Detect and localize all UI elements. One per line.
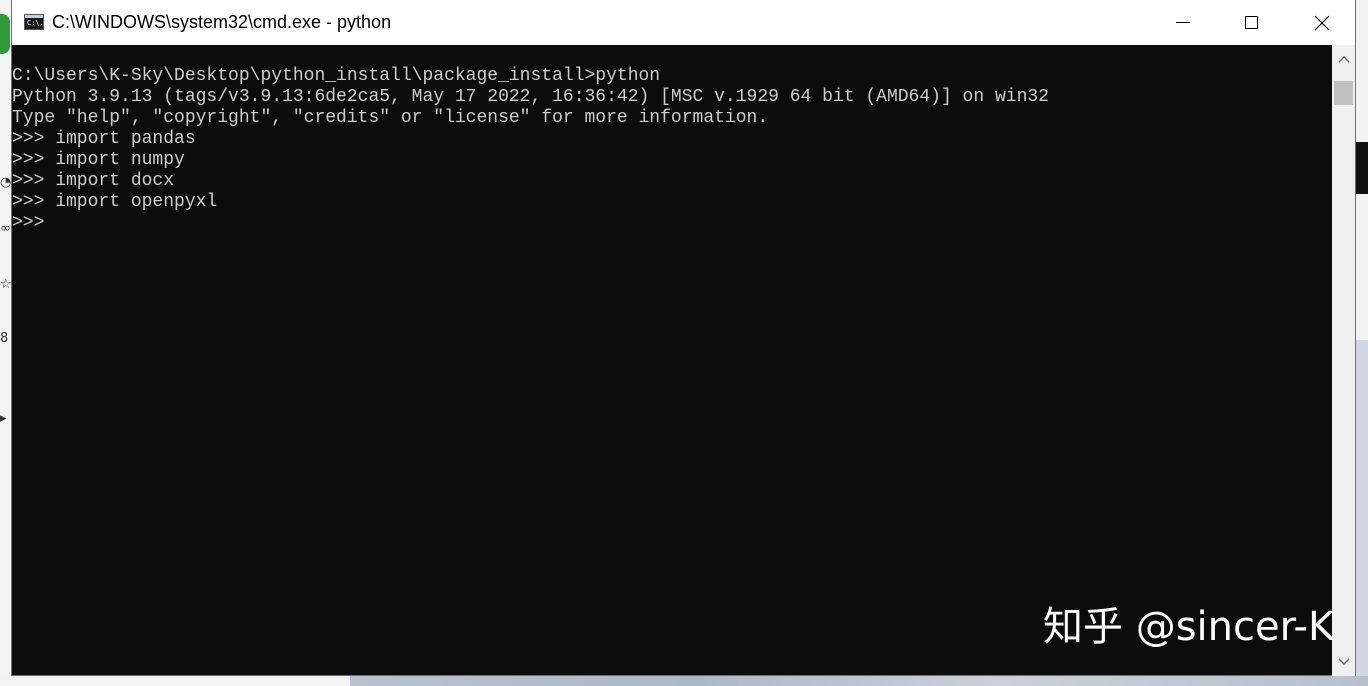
- console-line: >>> import numpy: [12, 150, 185, 170]
- title-bar[interactable]: C:\. C:\WINDOWS\system32\cmd.exe - pytho…: [12, 0, 1355, 45]
- cmd-icon[interactable]: C:\.: [24, 14, 44, 30]
- console-line: >>> import openpyxl: [12, 192, 218, 212]
- console-prompt[interactable]: >>>: [12, 213, 1332, 234]
- scroll-thumb[interactable]: [1334, 81, 1353, 105]
- cmd-window[interactable]: C:\. C:\WINDOWS\system32\cmd.exe - pytho…: [11, 0, 1356, 676]
- console-line: C:\Users\K-Sky\Desktop\python_install\pa…: [12, 66, 661, 86]
- console-line: >>> import pandas: [12, 129, 196, 149]
- desktop-image-fragment: [1356, 340, 1368, 686]
- minimize-icon: [1175, 22, 1190, 23]
- chevron-up-icon: [1338, 56, 1349, 63]
- desktop-right-edge: [1356, 0, 1368, 686]
- console-line: >>> import docx: [12, 171, 175, 191]
- watermark: 知乎 @sincer-K: [1043, 604, 1335, 650]
- maximize-button[interactable]: [1217, 0, 1286, 45]
- desktop-dark-panel-fragment: [1356, 142, 1368, 194]
- maximize-icon: [1245, 16, 1258, 29]
- desktop-bottom-edge: [0, 676, 1368, 686]
- cmd-icon-label: C:\.: [27, 19, 44, 27]
- minimize-button[interactable]: [1148, 0, 1217, 45]
- console-line: Python 3.9.13 (tags/v3.9.13:6de2ca5, May…: [12, 87, 1049, 107]
- console-output[interactable]: C:\Users\K-Sky\Desktop\python_install\pa…: [12, 45, 1332, 676]
- window-title: C:\WINDOWS\system32\cmd.exe - python: [52, 12, 392, 32]
- vertical-scrollbar[interactable]: [1332, 45, 1355, 676]
- scroll-up-button[interactable]: [1332, 45, 1355, 73]
- console-line: Type "help", "copyright", "credits" or "…: [12, 108, 769, 128]
- chevron-down-icon: [1338, 658, 1349, 665]
- close-button[interactable]: [1287, 0, 1356, 45]
- close-icon: [1314, 15, 1329, 30]
- scroll-down-button[interactable]: [1332, 648, 1355, 676]
- desktop-app-icon-fragment: [0, 14, 10, 54]
